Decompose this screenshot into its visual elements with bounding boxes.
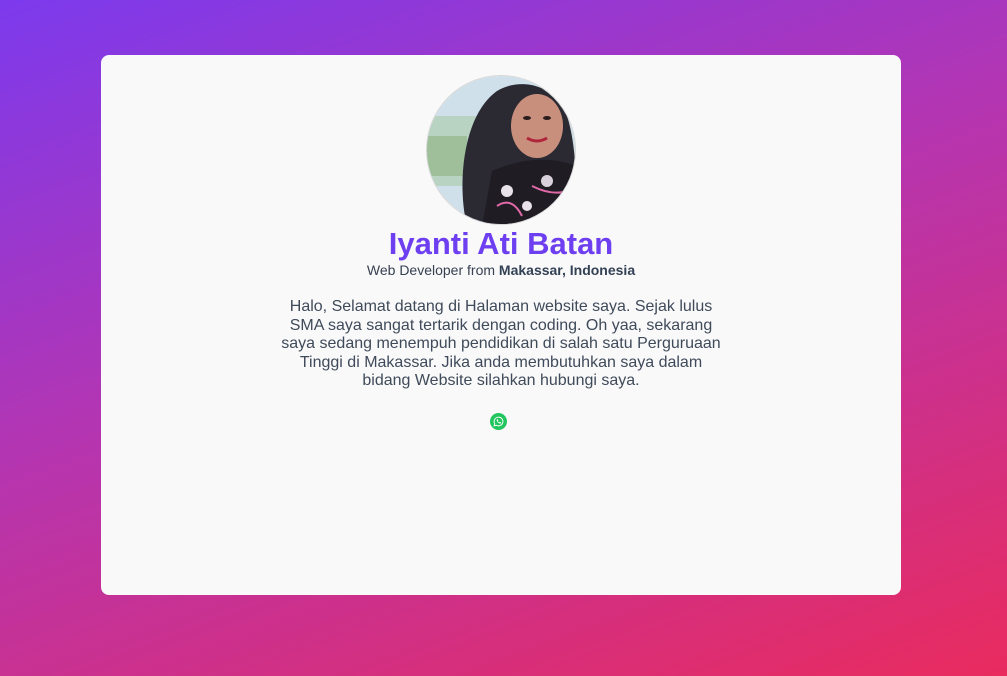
- avatar: [426, 75, 576, 225]
- profile-role: Web Developer from: [366, 262, 496, 278]
- profile-subtitle: Web Developer from Makassar, Indonesia: [101, 261, 901, 279]
- profile-location: Makassar, Indonesia: [498, 262, 636, 278]
- whatsapp-icon: [493, 416, 504, 427]
- profile-card: Iyanti Ati Batan Web Developer from Maka…: [101, 55, 901, 595]
- profile-name: Iyanti Ati Batan: [388, 226, 614, 261]
- profile-bio: Halo, Selamat datang di Halaman website …: [281, 298, 721, 389]
- whatsapp-link[interactable]: [490, 413, 507, 430]
